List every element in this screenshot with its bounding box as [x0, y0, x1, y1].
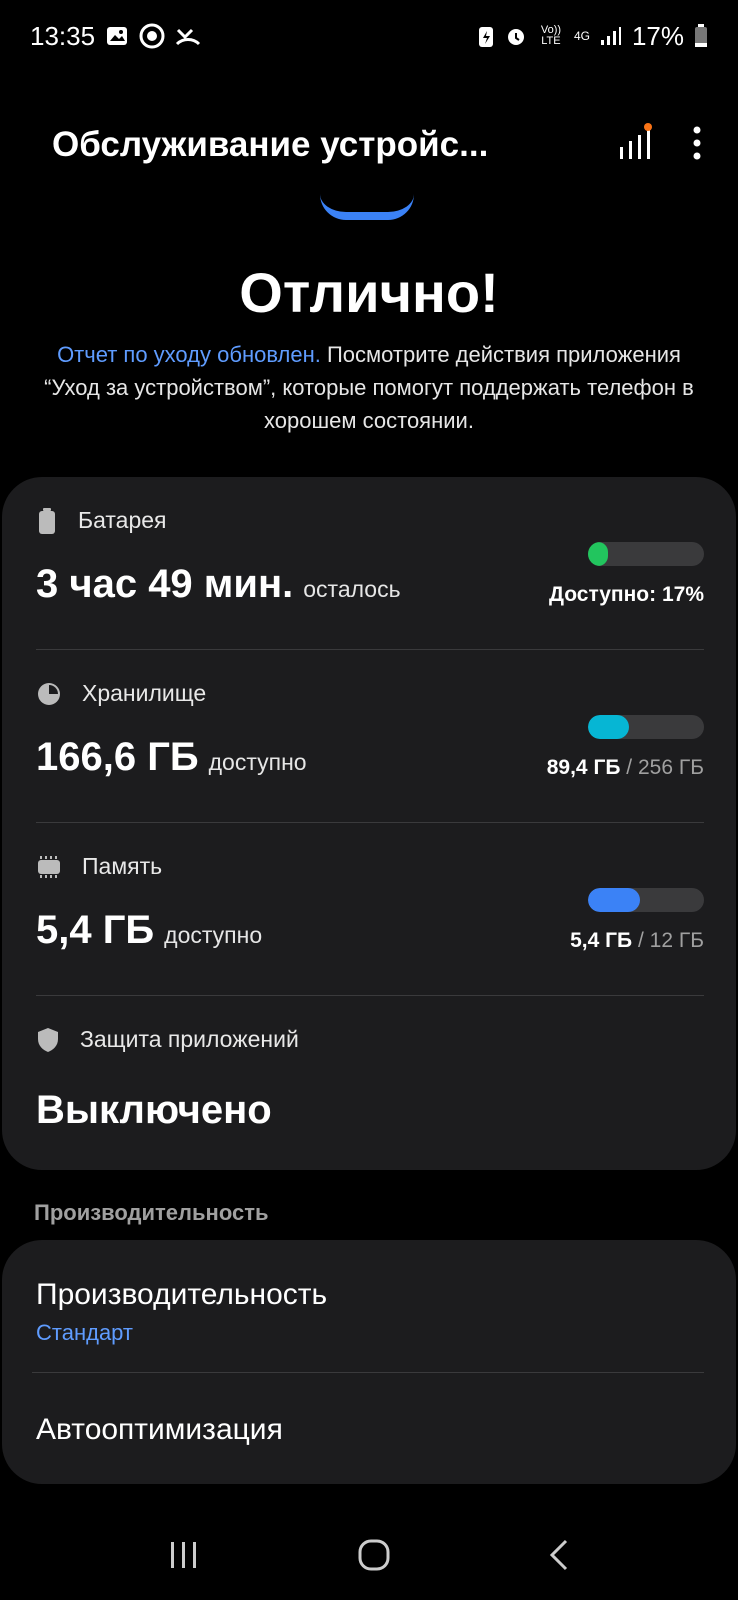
pie-chart-icon — [38, 682, 60, 705]
battery-progress-bar — [588, 542, 704, 566]
back-button[interactable] — [548, 1538, 570, 1572]
battery-available: Доступно: 17% — [549, 583, 704, 606]
battery-saver-icon — [478, 24, 494, 48]
shield-icon — [38, 1027, 58, 1052]
home-icon — [358, 1539, 390, 1571]
signal-icon — [600, 26, 622, 46]
memory-progress-fill — [588, 888, 641, 912]
app-header: Обслуживание устройс... — [52, 115, 702, 175]
navigation-bar — [0, 1520, 738, 1590]
recents-icon — [171, 1542, 197, 1568]
battery-row[interactable]: Батарея 3 час 49 мин. осталось Доступно:… — [36, 507, 704, 627]
memory-usage: 5,4 ГБ / 12 ГБ — [570, 929, 704, 953]
divider — [36, 995, 704, 996]
storage-suffix: доступно — [208, 749, 307, 775]
gallery-icon — [105, 24, 129, 48]
memory-label: Память — [82, 853, 163, 879]
battery-icon — [694, 24, 708, 48]
status-arc — [320, 194, 414, 220]
divider — [36, 822, 704, 823]
status-right: Vo)) LTE 4G 17% — [478, 21, 708, 52]
battery-label-group: Батарея — [36, 507, 704, 534]
storage-usage: 89,4 ГБ / 256 ГБ — [547, 756, 704, 780]
status-time: 13:35 — [30, 20, 96, 51]
memory-row[interactable]: Память 5,4 ГБ доступно 5,4 ГБ / 12 ГБ — [36, 853, 704, 973]
report-link[interactable]: Отчет по уходу обновлен. — [57, 342, 321, 367]
battery-label: Батарея — [78, 507, 167, 533]
storage-total: 256 ГБ — [637, 756, 704, 779]
more-options-button[interactable] — [692, 126, 702, 160]
memory-chip-icon — [38, 855, 60, 878]
volte-icon: Vo)) LTE — [540, 24, 562, 47]
memory-used: 5,4 ГБ — [570, 929, 633, 952]
header-actions — [618, 123, 702, 163]
auto-optimization-title: Автооптимизация — [36, 1413, 283, 1446]
protection-value: Выключено — [36, 1088, 272, 1133]
memory-available: 5,4 ГБ — [36, 908, 155, 952]
performance-mode: Стандарт — [36, 1320, 134, 1345]
battery-suffix: осталось — [303, 576, 401, 602]
storage-separator: / — [620, 756, 638, 779]
memory-progress-bar — [588, 888, 704, 912]
battery-value: 3 час 49 мин. осталось — [36, 562, 401, 607]
hero-title: Отлично! — [239, 261, 499, 324]
status-card: Батарея 3 час 49 мин. осталось Доступно:… — [2, 477, 736, 1170]
performance-item[interactable]: Производительность Стандарт — [2, 1240, 736, 1372]
section-label-performance: Производительность — [34, 1200, 269, 1225]
home-button[interactable] — [357, 1538, 391, 1572]
more-vertical-icon — [693, 126, 701, 160]
divider — [36, 649, 704, 650]
memory-separator: / — [632, 929, 650, 952]
memory-suffix: доступно — [164, 922, 263, 948]
protection-status: Выключено — [36, 1088, 272, 1132]
storage-label-group: Хранилище — [36, 680, 704, 707]
battery-percent: 17% — [631, 20, 684, 51]
storage-progress-bar — [588, 715, 704, 739]
battery-progress-fill — [588, 542, 608, 566]
memory-value: 5,4 ГБ доступно — [36, 908, 262, 953]
diagnostics-button[interactable] — [618, 123, 652, 163]
missed-call-icon — [175, 24, 201, 48]
performance-title: Производительность — [36, 1278, 328, 1311]
protection-label: Защита приложений — [80, 1026, 299, 1052]
status-bar: 13:35 Vo)) LTE 4G 17% — [0, 0, 738, 72]
battery-time: 3 час 49 мин. — [36, 562, 294, 606]
target-icon — [139, 23, 165, 49]
app-protection-row[interactable]: Защита приложений Выключено — [36, 1026, 704, 1146]
alarm-icon — [504, 24, 528, 48]
auto-optimization-item[interactable]: Автооптимизация — [2, 1373, 736, 1484]
memory-label-group: Память — [36, 853, 704, 880]
status-left: 13:35 — [30, 21, 201, 52]
hero-description: Отчет по уходу обновлен. Посмотрите дейс… — [40, 338, 698, 437]
storage-value: 166,6 ГБ доступно — [36, 735, 307, 780]
storage-progress-fill — [588, 715, 629, 739]
network-type-icon: 4G — [573, 29, 590, 43]
battery-icon — [39, 507, 55, 534]
storage-available: 166,6 ГБ — [36, 735, 199, 779]
storage-used: 89,4 ГБ — [546, 756, 621, 779]
performance-card: Производительность Стандарт Автооптимиза… — [2, 1240, 736, 1484]
signal-bars-icon — [620, 123, 652, 159]
recents-button[interactable] — [168, 1540, 200, 1570]
memory-total: 12 ГБ — [649, 929, 704, 952]
back-icon — [549, 1539, 567, 1571]
protection-label-group: Защита приложений — [36, 1026, 704, 1053]
storage-label: Хранилище — [82, 680, 207, 706]
storage-row[interactable]: Хранилище 166,6 ГБ доступно 89,4 ГБ / 25… — [36, 680, 704, 800]
page-title: Обслуживание устройс... — [52, 125, 489, 164]
